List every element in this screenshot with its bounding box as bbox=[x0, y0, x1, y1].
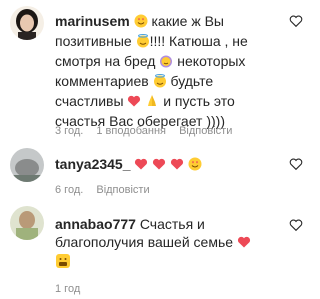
praying-hands-emoji bbox=[145, 94, 159, 112]
reply-button[interactable]: Відповісти bbox=[96, 184, 149, 196]
avatar[interactable] bbox=[10, 206, 44, 240]
comment-time: 3 год. bbox=[55, 125, 84, 137]
comment-meta: 1 год bbox=[55, 283, 90, 295]
heart-outline-icon bbox=[289, 158, 303, 171]
red-heart-emoji bbox=[237, 235, 251, 253]
comment-line: какие ж Вы bbox=[151, 13, 224, 29]
comment-meta: 6 год. Відповісти bbox=[55, 184, 160, 196]
like-heart-button[interactable] bbox=[289, 218, 303, 232]
red-heart-emoji bbox=[170, 157, 184, 175]
comment-username[interactable]: marinusem bbox=[55, 13, 130, 29]
comment-line: смотря на бред bbox=[55, 53, 156, 69]
smiling-heart-eyes-emoji bbox=[188, 157, 202, 175]
comment-likes[interactable]: 1 вподобання bbox=[96, 125, 166, 137]
comment-time: 6 год. bbox=[55, 184, 84, 196]
smiling-heart-eyes-emoji bbox=[134, 14, 148, 32]
comment-meta: 3 год. 1 вподобання Відповісти bbox=[55, 125, 242, 137]
comment-item: annabao777 Счастья и благополучия вашей … bbox=[0, 202, 311, 299]
smiling-face-halo-emoji bbox=[159, 54, 173, 72]
comment-text: annabao777 Счастья и благополучия вашей … bbox=[55, 215, 275, 273]
red-heart-emoji bbox=[152, 157, 166, 175]
comment-line: !!!! Катюша , не bbox=[149, 33, 248, 49]
heart-outline-icon bbox=[289, 15, 303, 28]
red-heart-emoji bbox=[134, 157, 148, 175]
heart-outline-icon bbox=[289, 219, 303, 232]
like-heart-button[interactable] bbox=[289, 157, 303, 171]
comment-text: tanya2345_ bbox=[55, 155, 275, 175]
avatar[interactable] bbox=[10, 6, 44, 40]
comment-text: marinusem какие ж Вы позитивные !!!! Кат… bbox=[55, 12, 275, 130]
comment-time: 1 год bbox=[55, 283, 81, 295]
red-heart-emoji bbox=[127, 94, 141, 112]
comment-item: marinusem какие ж Вы позитивные !!!! Кат… bbox=[0, 0, 311, 145]
hugging-face-emoji bbox=[55, 253, 71, 273]
comment-line: и пусть это bbox=[163, 93, 235, 109]
smiling-face-halo-emoji bbox=[153, 74, 167, 92]
comment-username[interactable]: annabao777 bbox=[55, 216, 136, 232]
comment-line: будьте bbox=[170, 73, 214, 89]
comment-line: Счастья и bbox=[139, 216, 205, 232]
comment-line: некоторых bbox=[177, 53, 246, 69]
smiling-face-halo-emoji bbox=[136, 34, 150, 52]
like-heart-button[interactable] bbox=[289, 14, 303, 28]
comment-line: позитивные bbox=[55, 33, 132, 49]
avatar[interactable] bbox=[10, 148, 44, 182]
comment-username[interactable]: tanya2345_ bbox=[55, 156, 131, 172]
reply-button[interactable]: Відповісти bbox=[179, 125, 232, 137]
comment-line: благополучия вашей семье bbox=[55, 234, 234, 250]
comment-line: комментариев bbox=[55, 73, 149, 89]
comment-item: tanya2345_ 6 год. Відповісти bbox=[0, 145, 311, 202]
comment-line: счастливы bbox=[55, 93, 124, 109]
